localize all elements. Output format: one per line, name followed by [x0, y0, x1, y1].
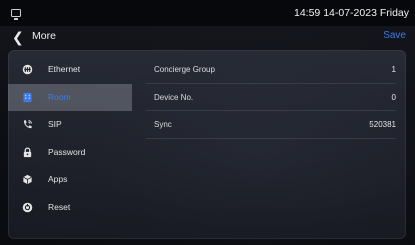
sidebar-item-label: SIP	[48, 119, 62, 129]
screen: 14:59 14-07-2023 Friday ❮ More Save Ethe…	[0, 0, 415, 245]
sidebar-item-room[interactable]: Room	[8, 83, 132, 111]
lock-icon	[23, 146, 32, 157]
sidebar-item-ethernet[interactable]: Ethernet	[8, 56, 132, 84]
sidebar: Ethernet Room SIP Password Apps Reset	[8, 56, 132, 221]
setting-row-concierge-group[interactable]: Concierge Group 1	[146, 56, 396, 84]
sidebar-item-label: Apps	[48, 174, 68, 184]
setting-label: Device No.	[154, 92, 194, 102]
phone-icon	[23, 120, 32, 129]
chevron-left-icon[interactable]: ❮	[12, 27, 24, 47]
sidebar-item-label: Room	[48, 91, 71, 102]
settings-list: Concierge Group 1 Device No. 0 Sync 5203…	[146, 56, 396, 139]
cube-icon	[23, 174, 32, 185]
setting-row-device-no[interactable]: Device No. 0	[146, 84, 396, 111]
ethernet-icon	[22, 64, 33, 75]
setting-row-sync[interactable]: Sync 520381	[146, 111, 396, 139]
setting-value: 0	[391, 92, 396, 102]
page-title[interactable]: More	[32, 30, 56, 42]
status-datetime: 14:59 14-07-2023 Friday	[294, 7, 409, 19]
setting-label: Sync	[154, 120, 172, 129]
reset-icon	[22, 202, 33, 212]
sidebar-item-label: Ethernet	[48, 64, 81, 74]
save-button[interactable]: Save	[383, 30, 406, 41]
setting-label: Concierge Group	[154, 65, 215, 74]
header: ❮ More Save	[0, 26, 415, 48]
sidebar-item-sip[interactable]: SIP	[8, 111, 132, 139]
sidebar-item-apps[interactable]: Apps	[8, 166, 132, 194]
sidebar-item-reset[interactable]: Reset	[8, 194, 132, 222]
sidebar-item-label: Password	[48, 146, 86, 157]
status-bar: 14:59 14-07-2023 Friday	[0, 0, 415, 26]
settings-panel: Ethernet Room SIP Password Apps Reset Co…	[8, 50, 406, 239]
setting-value: 1	[391, 65, 396, 74]
sidebar-item-password[interactable]: Password	[8, 139, 132, 167]
building-icon	[23, 92, 32, 102]
sidebar-item-label: Reset	[48, 201, 71, 212]
setting-value: 520381	[369, 120, 396, 129]
screen-icon	[11, 9, 21, 20]
